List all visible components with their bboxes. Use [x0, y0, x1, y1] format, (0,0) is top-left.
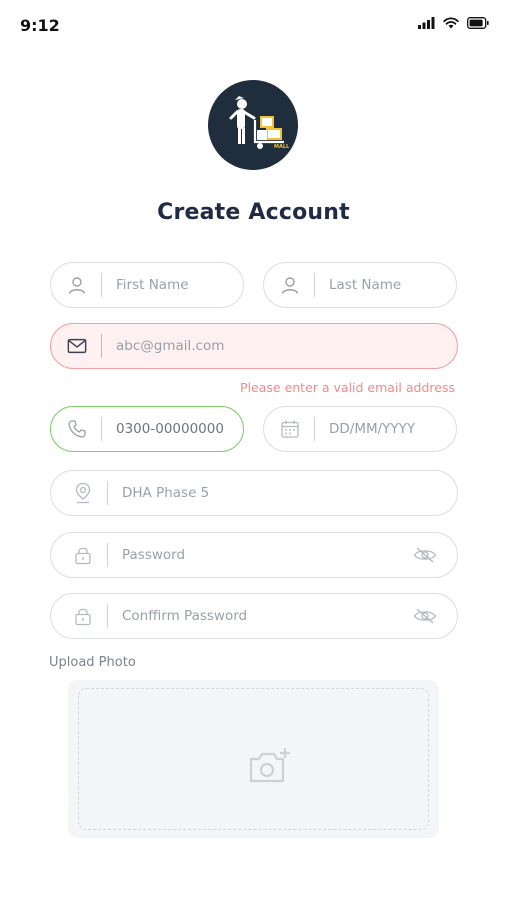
email-field[interactable]: abc@gmail.com [50, 323, 458, 369]
confirm-password-field[interactable]: Conffirm Password [50, 593, 458, 639]
last-name-field[interactable]: Last Name [263, 262, 457, 308]
user-icon [280, 275, 300, 295]
field-divider [101, 417, 102, 441]
first-name-placeholder: First Name [116, 277, 189, 293]
lock-icon [73, 606, 93, 626]
phone-field[interactable]: 0300-00000000 [50, 406, 244, 452]
email-error-message: Please enter a valid email address [240, 380, 455, 395]
field-divider [107, 543, 108, 567]
password-field[interactable]: Password [50, 532, 458, 578]
upload-dashed-border [78, 688, 429, 830]
field-divider [107, 604, 108, 628]
upload-photo-dropzone[interactable] [68, 680, 439, 838]
status-icons [418, 17, 489, 29]
last-name-placeholder: Last Name [329, 277, 402, 293]
app-logo: MALL [208, 80, 298, 170]
field-divider [314, 417, 315, 441]
page-title: Create Account [157, 200, 350, 225]
eye-off-icon[interactable] [413, 606, 437, 626]
address-value: DHA Phase 5 [122, 485, 210, 501]
logo-illustration: MALL [229, 96, 290, 150]
eye-off-icon[interactable] [413, 545, 437, 565]
lock-icon [73, 545, 93, 565]
location-pin-icon [73, 482, 93, 504]
email-value: abc@gmail.com [116, 338, 225, 354]
user-icon [67, 275, 87, 295]
wifi-icon [443, 17, 459, 29]
address-field[interactable]: DHA Phase 5 [50, 470, 458, 516]
status-time: 9:12 [20, 16, 60, 35]
confirm-password-placeholder: Conffirm Password [122, 608, 248, 624]
mail-icon [67, 336, 87, 356]
phone-icon [67, 419, 87, 439]
field-divider [101, 273, 102, 297]
svg-text:MALL: MALL [274, 144, 290, 150]
field-divider [107, 481, 108, 505]
calendar-icon [280, 419, 300, 439]
status-bar: 9:12 [0, 0, 507, 52]
upload-photo-label: Upload Photo [49, 655, 136, 670]
date-of-birth-field[interactable]: DD/MM/YYYY [263, 406, 457, 452]
password-placeholder: Password [122, 547, 186, 563]
field-divider [314, 273, 315, 297]
phone-value: 0300-00000000 [116, 421, 224, 437]
date-of-birth-placeholder: DD/MM/YYYY [329, 421, 416, 437]
field-divider [101, 334, 102, 358]
battery-icon [467, 17, 489, 29]
add-camera-icon [247, 747, 293, 791]
signal-icon [418, 17, 435, 29]
first-name-field[interactable]: First Name [50, 262, 244, 308]
